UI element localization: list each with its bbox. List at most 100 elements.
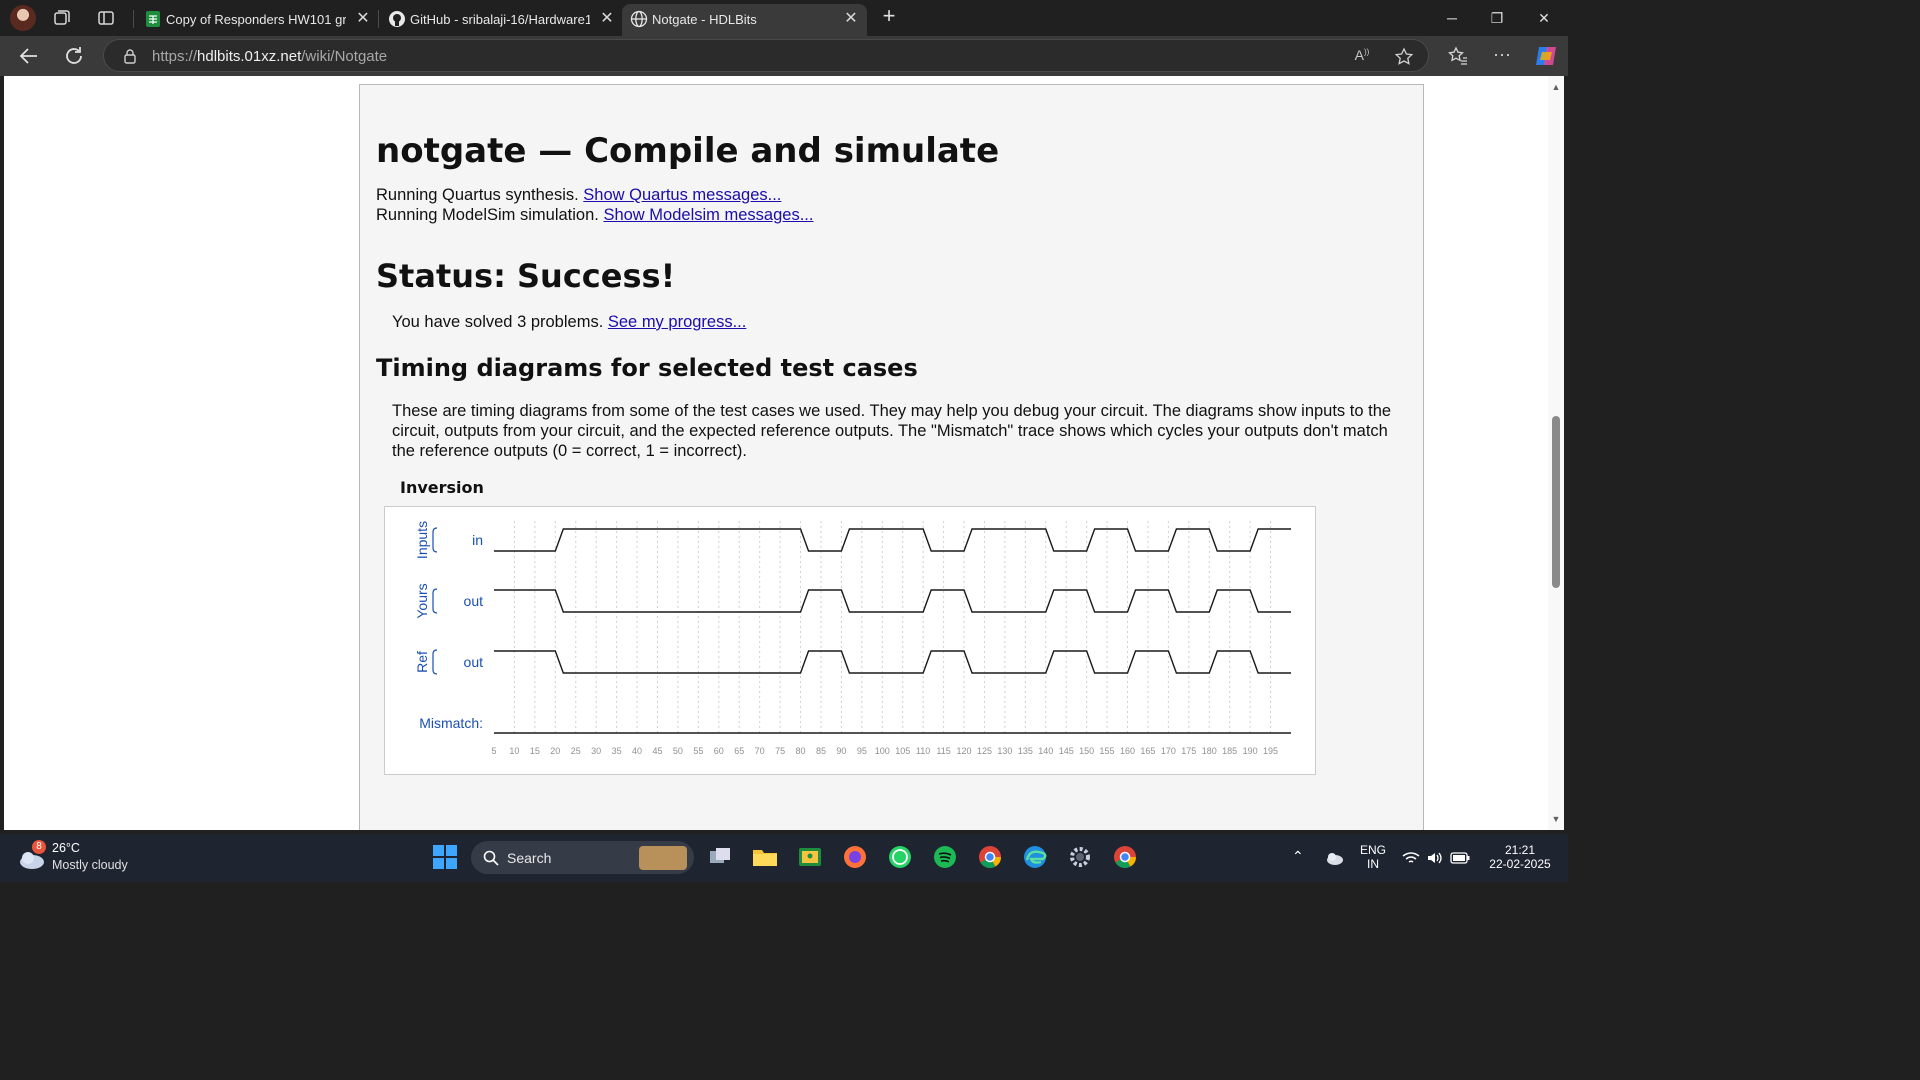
x-tick-label: 90: [836, 746, 846, 756]
x-tick-label: 190: [1243, 746, 1258, 756]
wifi-icon[interactable]: [1402, 850, 1420, 866]
timing-diagram: Inputs in Yours out Ref out Mismatch: 5 10 15 20 25…: [384, 506, 1316, 775]
signal-waveform: [494, 650, 1291, 674]
close-window-icon[interactable]: ✕: [1534, 8, 1554, 28]
x-tick-label: 150: [1079, 746, 1094, 756]
x-tick-label: 105: [895, 746, 910, 756]
vertical-scrollbar[interactable]: ▲ ▼: [1548, 76, 1564, 830]
reload-icon[interactable]: [62, 44, 86, 68]
profile-avatar[interactable]: [10, 5, 36, 31]
show-modelsim-link[interactable]: Show Modelsim messages...: [603, 206, 813, 224]
x-tick-label: 115: [936, 746, 950, 756]
x-tick-label: 175: [1181, 746, 1196, 756]
favorite-star-icon[interactable]: [1394, 47, 1414, 67]
clock[interactable]: 21:21 22-02-2025: [1480, 843, 1560, 871]
language-indicator[interactable]: ENG IN: [1356, 843, 1390, 871]
new-tab-button[interactable]: +: [878, 5, 900, 28]
diagram-title: Inversion: [400, 478, 484, 497]
classroom-icon[interactable]: [796, 843, 824, 871]
close-tab-icon[interactable]: ✕: [598, 10, 616, 28]
x-tick-label: 120: [957, 746, 972, 756]
whatsapp-icon[interactable]: [886, 843, 914, 871]
x-tick-label: 20: [550, 746, 560, 756]
x-tick-label: 135: [1018, 746, 1033, 756]
x-tick-label: 85: [816, 746, 826, 756]
x-tick-label: 110: [916, 746, 930, 756]
x-tick-label: 165: [1140, 746, 1155, 756]
edge-icon[interactable]: [1021, 843, 1049, 871]
restore-icon[interactable]: ❐: [1487, 8, 1507, 28]
x-tick-label: 50: [673, 746, 683, 756]
x-tick-label: 65: [734, 746, 744, 756]
globe-icon: [630, 10, 648, 28]
sheets-icon: [146, 11, 160, 27]
group-label: Ref: [414, 651, 430, 673]
github-icon: [389, 11, 405, 27]
weather-description[interactable]: Mostly cloudy: [52, 858, 128, 872]
browser-toolbar: https://hdlbits.01xz.net/wiki/Notgate A)…: [0, 36, 1568, 76]
tab-title: GitHub - sribalaji-16/Hardware10: [410, 12, 590, 27]
close-tab-icon[interactable]: ✕: [842, 10, 860, 28]
task-view-icon[interactable]: [706, 843, 734, 871]
x-tick-label: 195: [1263, 746, 1278, 756]
signal-label: in: [472, 532, 483, 548]
solved-line: You have solved 3 problems. See my progr…: [392, 313, 747, 331]
spotify-icon[interactable]: [931, 843, 959, 871]
scroll-up-icon[interactable]: ▲: [1551, 82, 1561, 92]
more-menu-icon[interactable]: ···: [1491, 44, 1513, 66]
modelsim-line: Running ModelSim simulation. Show Models…: [376, 206, 814, 224]
group-bracket: [432, 588, 438, 614]
workspaces-icon[interactable]: [52, 8, 72, 28]
lock-icon[interactable]: [122, 48, 138, 64]
onedrive-icon[interactable]: [1324, 850, 1344, 866]
windows-start-icon[interactable]: [431, 843, 459, 871]
x-tick-label: 140: [1038, 746, 1053, 756]
taskbar: 8 26°C Mostly cloudy Search ⌃ ENG IN 21:2…: [0, 834, 1568, 882]
x-tick-label: 185: [1222, 746, 1237, 756]
search-icon: [483, 850, 499, 866]
signal-waveform: [494, 589, 1291, 613]
weather-badge: 8: [32, 840, 46, 854]
content-panel: notgate — Compile and simulate Running Q…: [359, 84, 1424, 830]
taskbar-search[interactable]: Search: [471, 841, 694, 874]
x-tick-label: 70: [755, 746, 765, 756]
close-tab-icon[interactable]: ✕: [354, 10, 372, 28]
file-explorer-icon[interactable]: [751, 843, 779, 871]
x-tick-label: 30: [591, 746, 601, 756]
quartus-line: Running Quartus synthesis. Show Quartus …: [376, 186, 782, 204]
vertical-tabs-icon[interactable]: [96, 8, 116, 28]
signal-label: out: [464, 654, 484, 670]
chrome-icon[interactable]: [976, 843, 1004, 871]
read-aloud-icon[interactable]: A)): [1352, 47, 1372, 67]
show-quartus-link[interactable]: Show Quartus messages...: [583, 186, 781, 204]
volume-icon[interactable]: [1426, 850, 1444, 866]
favorites-icon[interactable]: [1447, 45, 1469, 67]
see-progress-link[interactable]: See my progress...: [608, 313, 746, 331]
chevron-up-icon[interactable]: ⌃: [1292, 848, 1304, 865]
tab-title: Copy of Responders HW101 grad: [166, 12, 346, 27]
group-bracket: [432, 649, 438, 675]
tab-sheets[interactable]: Copy of Responders HW101 grad ✕: [136, 4, 376, 36]
x-tick-label: 155: [1100, 746, 1115, 756]
address-bar[interactable]: https://hdlbits.01xz.net/wiki/Notgate A)…: [103, 39, 1429, 72]
x-tick-label: 40: [632, 746, 642, 756]
timing-diagram-svg: Inputs in Yours out Ref out Mismatch: 5 10 15 20 25…: [414, 521, 1291, 756]
timing-description: These are timing diagrams from some of t…: [392, 402, 1392, 460]
x-tick-label: 80: [796, 746, 806, 756]
copilot-icon[interactable]: [1533, 43, 1559, 69]
settings-gear-icon[interactable]: [1066, 843, 1094, 871]
firefox-icon[interactable]: [841, 843, 869, 871]
page-title: notgate — Compile and simulate: [376, 131, 1000, 171]
temperature[interactable]: 26°C: [52, 841, 80, 855]
minimize-icon[interactable]: ─: [1442, 8, 1462, 28]
x-tick-label: 170: [1161, 746, 1176, 756]
x-tick-label: 95: [857, 746, 867, 756]
back-icon[interactable]: [17, 44, 41, 68]
battery-icon[interactable]: [1450, 851, 1470, 865]
scrollbar-thumb[interactable]: [1552, 416, 1560, 588]
tab-github[interactable]: GitHub - sribalaji-16/Hardware10 ✕: [380, 4, 620, 36]
scroll-down-icon[interactable]: ▼: [1551, 814, 1561, 824]
chrome-profile-icon[interactable]: [1111, 843, 1139, 871]
tab-notgate[interactable]: Notgate - HDLBits ✕: [622, 4, 867, 36]
tab-title: Notgate - HDLBits: [652, 12, 757, 27]
